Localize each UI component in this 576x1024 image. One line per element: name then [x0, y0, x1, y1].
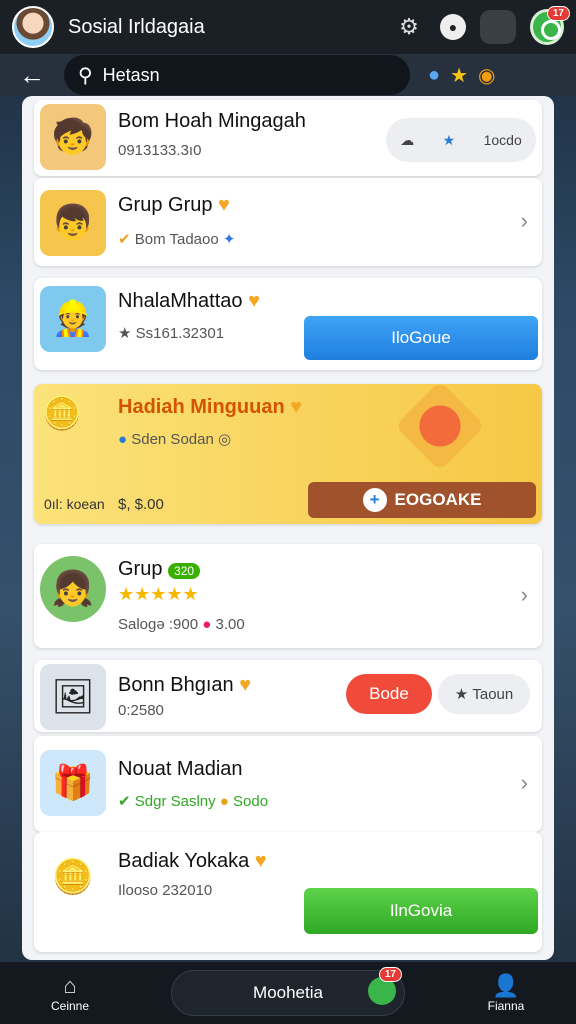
- chevron-right-icon[interactable]: ›: [521, 582, 528, 608]
- chevron-right-icon[interactable]: ›: [521, 208, 528, 234]
- heart-icon: ♥: [218, 194, 230, 216]
- nav-home-label: Ceinne: [50, 999, 90, 1013]
- heart-icon: ♥: [254, 850, 267, 872]
- item-sub: Salogə :900: [118, 616, 199, 633]
- avatar: 👷: [40, 286, 106, 352]
- gift-icon[interactable]: ◉: [478, 63, 495, 88]
- coin-icon: ●: [219, 793, 229, 810]
- location-icon[interactable]: ●: [428, 64, 440, 87]
- list-item[interactable]: 👷 NhalaMhattao ♥ ★ Ss161.32301 IloGoue: [34, 278, 542, 370]
- nav-center-label: Moohetia: [253, 983, 323, 1002]
- search-row: ← ⚲ Hetasn ● ★ ◉: [0, 54, 576, 96]
- tag-badge: 320: [168, 563, 201, 579]
- banner-button-label: EOGOAKE: [394, 490, 482, 509]
- nav-profile-label: Fianna: [487, 999, 525, 1013]
- action-button[interactable]: IlnGovia: [304, 888, 538, 934]
- nav-center[interactable]: Moohetia 17: [171, 967, 405, 1016]
- list-item[interactable]: 👦 Grup Grup ♥ ✔ Bom Tadaoo ✦ ›: [34, 178, 542, 266]
- check-icon: ✔: [118, 793, 131, 810]
- globe-icon: ●: [118, 431, 128, 448]
- nav-badge: 17: [378, 967, 402, 982]
- banner-left-label: 0ıl: koean: [44, 496, 105, 512]
- avatar[interactable]: [12, 6, 54, 48]
- item-name: Bonn Bhgıan: [118, 674, 234, 696]
- check-icon: ✔: [118, 231, 131, 248]
- avatar: 🧒: [40, 104, 106, 170]
- bottom-nav: ⌂ Ceinne Moohetia 17 👤 Fianna: [0, 962, 576, 1024]
- coin-icon: ●: [202, 616, 212, 633]
- gift-icon: 🎁: [40, 750, 106, 816]
- gem-icon: [394, 380, 486, 472]
- plus-icon: +: [362, 488, 387, 512]
- app-title: Sosial Irldagaia: [68, 15, 205, 38]
- item-price: 3.00: [215, 616, 245, 633]
- home-icon: ⌂: [63, 973, 77, 998]
- item-sub2: Sodo: [233, 793, 269, 810]
- avatar: 🖼: [40, 664, 106, 730]
- settings-icon[interactable]: ⚙: [392, 10, 426, 44]
- list-item[interactable]: 🧒 Bom Hoah Mingagah 0913133.3ı0 ☁ ★ 1ocd…: [34, 100, 542, 176]
- nav-home[interactable]: ⌂ Ceinne: [40, 973, 100, 1013]
- action-pill[interactable]: ☁ ★ 1ocdo: [386, 118, 536, 162]
- secondary-button[interactable]: ★ Taoun: [438, 674, 530, 714]
- item-name: Grup: [118, 558, 163, 580]
- profile-icon: 👤: [492, 973, 520, 998]
- primary-button[interactable]: Bode: [346, 674, 432, 714]
- item-sub: 0913133.3ı0: [118, 142, 202, 159]
- item-sub: Ilooso 232010: [118, 882, 213, 899]
- cloud-icon[interactable]: ☁: [400, 132, 414, 149]
- list-item[interactable]: 🖼 Bonn Bhgıan ♥ 0:2580 Bode ★ Taoun: [34, 660, 542, 732]
- avatar: 👧: [40, 556, 106, 622]
- coin-icon: ◎: [217, 431, 232, 448]
- search-icon: ⚲: [78, 64, 93, 87]
- item-name: Badiak Yokaka: [118, 850, 250, 872]
- top-bar: Sosial Irldagaia ⚙ ● 17: [0, 0, 576, 54]
- nav-profile[interactable]: 👤 Fianna: [476, 973, 536, 1013]
- heart-icon: ♥: [290, 396, 303, 418]
- action-button[interactable]: IloGoue: [304, 316, 538, 360]
- game-controller-icon[interactable]: ●: [440, 14, 466, 40]
- star-icon: ★: [118, 325, 132, 342]
- list-item[interactable]: 👧 Grup 320 ★★★★★ Salogə :900 ● 3.00 ›: [34, 544, 542, 648]
- list-panel: 🧒 Bom Hoah Mingagah 0913133.3ı0 ☁ ★ 1ocd…: [22, 96, 554, 960]
- avatar: 👦: [40, 190, 106, 256]
- featured-banner[interactable]: 🪙 Hadiah Minguuan ♥ ● Sden Sodan ◎ 0ıl: …: [34, 380, 542, 524]
- heart-icon: ♥: [239, 674, 252, 696]
- coins-icon: 🪙: [42, 395, 82, 431]
- back-arrow-icon[interactable]: ←: [0, 60, 64, 91]
- chevron-right-icon[interactable]: ›: [521, 770, 528, 796]
- rating-stars: ★★★★★: [118, 584, 199, 604]
- banner-button[interactable]: + EOGOAKE: [308, 482, 536, 518]
- star-icon[interactable]: ★: [443, 132, 456, 149]
- coins-icon: 🪙: [51, 858, 95, 896]
- item-sub: Bom Tadaoo: [134, 231, 219, 248]
- item-sub: Sdgr Saslny: [134, 793, 216, 810]
- heart-icon: ♥: [248, 290, 260, 312]
- search-placeholder: Hetasn: [102, 64, 160, 85]
- chat-icon[interactable]: [480, 10, 516, 44]
- item-name: Nouat Madian: [118, 758, 243, 780]
- list-item[interactable]: 🎁 Nouat Madian ✔ Sdgr Saslny ● Sodo ›: [34, 736, 542, 832]
- item-name: NhalaMhattao: [118, 290, 243, 312]
- list-item[interactable]: 🪙 Badiak Yokaka ♥ Ilooso 232010 IlnGovia: [34, 832, 542, 952]
- item-name: Bom Hoah Mingagah: [118, 110, 306, 132]
- banner-price: $, $.00: [118, 496, 164, 513]
- item-sub: Ss161.32301: [135, 325, 225, 342]
- star-icon: ★: [454, 686, 469, 703]
- item-sub: 0:2580: [118, 702, 164, 719]
- search-input[interactable]: ⚲ Hetasn: [64, 55, 410, 95]
- bird-icon: ✦: [222, 231, 236, 248]
- notification-icon[interactable]: 17: [530, 6, 570, 45]
- banner-sub: Sden Sodan: [131, 431, 214, 448]
- notification-badge: 17: [546, 6, 570, 21]
- pill-label: 1ocdo: [483, 132, 522, 148]
- star-icon[interactable]: ★: [450, 63, 468, 88]
- item-name: Grup Grup: [118, 194, 213, 216]
- banner-title: Hadiah Minguuan: [118, 396, 285, 418]
- secondary-button-label: Taoun: [472, 685, 514, 703]
